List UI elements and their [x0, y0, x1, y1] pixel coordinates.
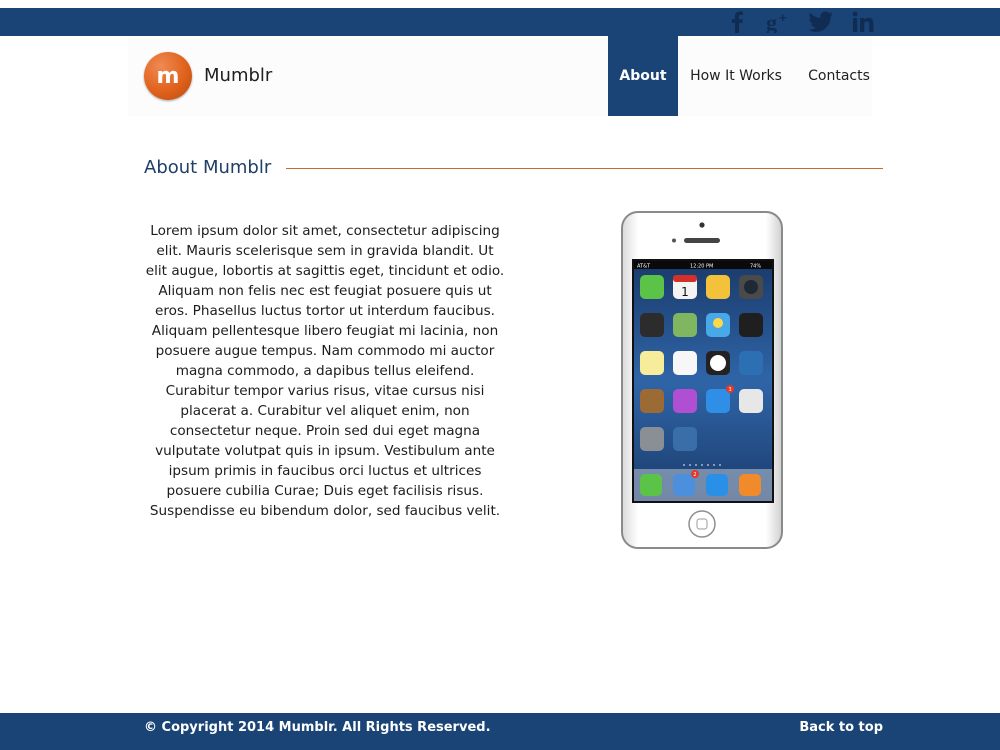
back-to-top-link[interactable]: Back to top [799, 720, 883, 735]
nav-contacts[interactable]: Contacts [794, 36, 884, 116]
app-store-badge: 3 [728, 387, 731, 393]
main-nav: About How It Works Contacts [608, 36, 884, 116]
section-title: About Mumblr [144, 157, 272, 178]
logo-letter: m [156, 63, 180, 89]
phone-carrier: AT&T [637, 264, 651, 270]
mumblr-logo[interactable]: m [144, 52, 192, 100]
twitter-icon[interactable] [806, 8, 836, 36]
top-social-bar: g + [0, 8, 1000, 36]
mail-badge: 2 [693, 472, 696, 478]
svg-text:g: g [766, 11, 777, 33]
iphone-image: AT&T 12:20 PM 74% 1 3 2 [620, 211, 784, 551]
site-header: m Mumblr About How It Works Contacts [128, 36, 872, 116]
brand-name[interactable]: Mumblr [204, 65, 272, 86]
google-plus-icon[interactable]: g + [764, 8, 794, 36]
nav-how-it-works[interactable]: How It Works [678, 36, 794, 116]
social-links: g + [722, 8, 890, 36]
calendar-day: 1 [681, 285, 689, 299]
copyright-text: © Copyright 2014 Mumblr. All Rights Rese… [144, 720, 491, 735]
phone-battery: 74% [750, 264, 761, 270]
phone-time: 12:20 PM [690, 264, 713, 270]
section-divider [286, 168, 883, 169]
facebook-icon[interactable] [722, 8, 752, 36]
about-paragraph: Lorem ipsum dolor sit amet, consectetur … [145, 223, 505, 519]
site-footer: © Copyright 2014 Mumblr. All Rights Rese… [0, 713, 1000, 750]
svg-text:+: + [779, 11, 787, 25]
linkedin-icon[interactable] [848, 8, 878, 36]
nav-about[interactable]: About [608, 36, 678, 116]
